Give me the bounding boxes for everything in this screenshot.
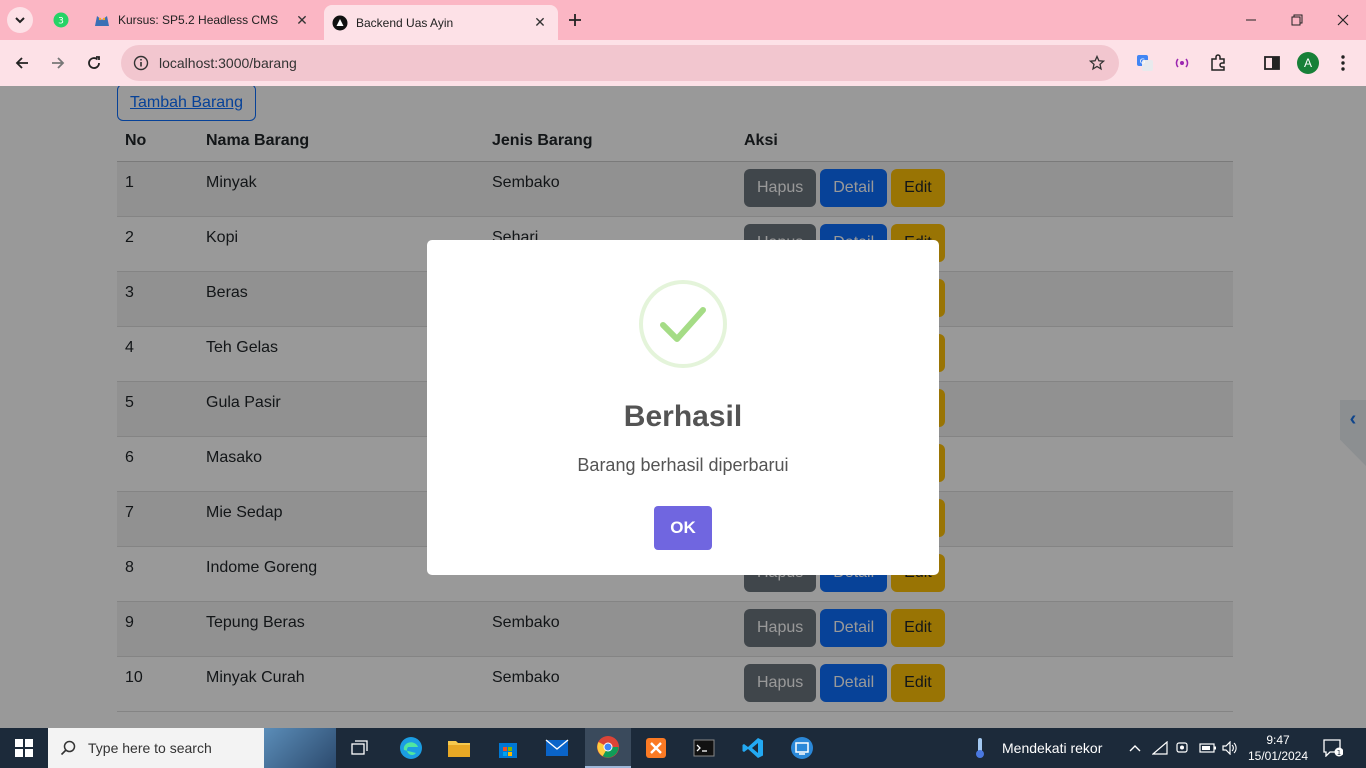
dialog-message: Barang berhasil diperbarui	[577, 455, 789, 475]
windows-logo-icon	[15, 739, 33, 757]
search-icon	[60, 740, 76, 756]
battery-icon	[1199, 743, 1216, 753]
back-button[interactable]	[7, 48, 37, 78]
edge-icon	[400, 737, 422, 759]
pinned-tab-whatsapp[interactable]: 3	[44, 0, 78, 40]
profile-avatar[interactable]: A	[1297, 52, 1319, 74]
taskbar-chrome[interactable]	[585, 728, 631, 768]
translate-icon: G	[1137, 55, 1153, 71]
puzzle-icon	[1211, 54, 1225, 71]
clock-date: 15/01/2024	[1247, 749, 1309, 763]
taskbar-xampp[interactable]	[635, 728, 677, 768]
store-icon	[499, 743, 517, 758]
bookmark-star-icon[interactable]	[1089, 55, 1105, 71]
arrow-right-icon	[52, 57, 65, 69]
battery-status[interactable]	[1199, 728, 1217, 768]
task-view-button[interactable]	[340, 728, 380, 768]
google-translate-extension[interactable]: G	[1132, 50, 1158, 76]
webcam-icon	[1176, 742, 1188, 753]
success-dialog: Berhasil Barang berhasil diperbarui OK	[427, 240, 939, 575]
mail-icon	[545, 739, 569, 756]
notification-icon: 1	[1323, 739, 1343, 757]
restore-button[interactable]	[1274, 0, 1320, 40]
info-icon[interactable]	[133, 55, 149, 71]
remote-desktop-icon	[791, 737, 813, 759]
taskbar-file-explorer[interactable]	[438, 728, 480, 768]
browser-tabstrip: 3 Kursus: SP5.2 Headless CMS ✕ Backend U…	[0, 0, 1366, 40]
new-tab-button[interactable]	[562, 8, 588, 32]
tab-kursus[interactable]: Kursus: SP5.2 Headless CMS ✕	[84, 0, 320, 40]
extensions-button[interactable]	[1205, 50, 1231, 76]
url-text: localhost:3000/barang	[159, 55, 297, 71]
arrow-left-icon	[15, 57, 28, 69]
start-button[interactable]	[0, 728, 48, 768]
network-status[interactable]	[1152, 728, 1168, 768]
taskbar-store[interactable]	[487, 728, 529, 768]
forward-button[interactable]	[43, 48, 73, 78]
svg-text:G: G	[1140, 58, 1145, 66]
dialog-title: Berhasil	[623, 400, 743, 433]
chrome-icon	[597, 736, 619, 758]
cast-extension[interactable]	[1169, 50, 1195, 76]
taskbar-remote-app[interactable]	[781, 728, 823, 768]
restore-icon	[1291, 14, 1303, 26]
taskbar-mail[interactable]	[536, 728, 578, 768]
side-panel-button[interactable]	[1259, 50, 1285, 76]
meeting-status[interactable]	[1175, 728, 1191, 768]
close-tab-icon[interactable]: ✕	[530, 13, 550, 33]
close-tab-icon[interactable]: ✕	[292, 10, 312, 30]
browser-menu-button[interactable]	[1330, 50, 1356, 76]
tab-backend-uas[interactable]: Backend Uas Ayin ✕	[324, 5, 558, 40]
taskbar-vscode[interactable]	[732, 728, 774, 768]
whatsapp-badge: 3	[58, 17, 64, 27]
search-highlight-image	[264, 728, 336, 768]
taskbar-edge[interactable]	[390, 728, 432, 768]
thermometer-icon	[976, 738, 984, 758]
close-icon	[1337, 14, 1349, 26]
weather-text: Mendekati rekor	[1002, 740, 1103, 756]
clock-time: 9:47	[1266, 733, 1290, 747]
reload-icon	[88, 56, 100, 69]
vscode-icon	[742, 738, 763, 758]
action-center-button[interactable]: 1	[1323, 728, 1343, 768]
minimize-button[interactable]	[1228, 0, 1274, 40]
checkmark-icon	[660, 307, 706, 342]
taskbar-search-box[interactable]: Type here to search	[48, 728, 336, 768]
volume-status[interactable]	[1222, 728, 1238, 768]
terminal-icon	[693, 739, 715, 757]
reload-button[interactable]	[79, 48, 109, 78]
whatsapp-icon: 3	[53, 12, 69, 28]
windows-taskbar: Type here to search Mendekati rekor 9:47…	[0, 728, 1366, 768]
address-bar[interactable]: localhost:3000/barang	[121, 45, 1119, 81]
task-view-icon	[351, 740, 368, 755]
side-panel-icon	[1264, 56, 1280, 70]
notification-count: 1	[1337, 749, 1341, 757]
wifi-icon	[1152, 741, 1168, 755]
browser-toolbar: localhost:3000/barang G	[0, 40, 1366, 86]
chevron-up-icon	[1129, 745, 1141, 752]
moodle-icon	[95, 16, 109, 26]
nextjs-triangle-icon	[332, 15, 348, 30]
ok-button[interactable]: OK	[654, 506, 712, 550]
broadcast-icon	[1175, 58, 1189, 68]
weather-widget[interactable]: Mendekati rekor	[972, 728, 1102, 768]
minimize-icon	[1246, 19, 1256, 21]
chevron-down-icon	[15, 17, 25, 24]
taskbar-terminal[interactable]	[683, 728, 725, 768]
search-placeholder: Type here to search	[88, 740, 212, 756]
speaker-icon	[1222, 741, 1237, 755]
tab-title: Kursus: SP5.2 Headless CMS	[118, 13, 279, 27]
close-window-button[interactable]	[1320, 0, 1366, 40]
tab-title: Backend Uas Ayin	[356, 15, 454, 30]
show-hidden-icons[interactable]	[1126, 728, 1144, 768]
folder-icon	[448, 741, 470, 757]
tab-search-button[interactable]	[7, 7, 33, 33]
taskbar-clock[interactable]: 9:47 15/01/2024	[1246, 732, 1310, 764]
more-vertical-icon	[1341, 55, 1345, 71]
xampp-icon	[646, 738, 666, 758]
plus-icon	[569, 14, 581, 26]
